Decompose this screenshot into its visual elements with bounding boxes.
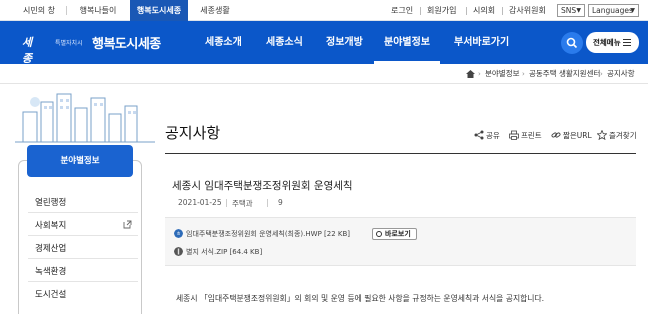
nav-sejong-intro[interactable]: 세종소개 xyxy=(205,21,242,64)
tab-citizen-window[interactable]: 시민의 창 xyxy=(18,0,60,21)
preview-button-label: 바로보기 xyxy=(385,230,411,238)
sidebar-item-open-administration[interactable]: 열린행정 xyxy=(35,196,135,208)
breadcrumb-item-notice[interactable]: 공지사항 xyxy=(607,64,635,84)
divider xyxy=(502,7,503,15)
divider xyxy=(28,281,138,282)
divider xyxy=(28,258,138,259)
join-link[interactable]: 회원가입 xyxy=(427,0,456,21)
favorite-button[interactable]: 즐겨찾기 xyxy=(609,130,637,141)
all-menu-button[interactable]: 전체메뉴 xyxy=(586,32,639,53)
sidebar-item-social-welfare[interactable]: 사회복지 xyxy=(35,219,135,231)
nav-sejong-news[interactable]: 세종소식 xyxy=(266,21,303,64)
chevron-right-icon: › xyxy=(600,70,603,78)
chevron-right-icon: › xyxy=(522,70,525,78)
attachments-panel xyxy=(165,218,636,266)
title-divider xyxy=(165,153,636,154)
search-icon xyxy=(566,37,578,49)
divider xyxy=(28,235,138,236)
top-utility-bar: 시민의 창 행복나들이 행복도시세종 세종생활 로그인 회원가입 시의회 감사위… xyxy=(0,0,648,21)
city-council-link[interactable]: 시의회 xyxy=(473,0,495,21)
sns-select[interactable]: SNS ▼ xyxy=(557,4,585,17)
nav-field-info[interactable]: 분야별정보 xyxy=(374,21,440,64)
sidebar-item-economy-industry[interactable]: 경제산업 xyxy=(35,242,135,254)
search-button[interactable] xyxy=(561,32,583,54)
languages-select[interactable]: Languages ▼ xyxy=(588,4,639,17)
magnifier-icon xyxy=(376,231,382,237)
logo-subtext: 특별자치시 xyxy=(55,40,83,47)
tab-happy-outing[interactable]: 행복나들이 xyxy=(72,0,124,21)
divider xyxy=(267,199,268,207)
short-url-button[interactable]: 짧은URL xyxy=(563,130,592,141)
languages-select-label: Languages xyxy=(592,6,633,15)
attachment-hwp-link[interactable]: 임대주택분쟁조정위원회 운영세칙(최종).HWP [22 KB] xyxy=(186,229,350,239)
hwp-file-icon: ㅎ xyxy=(174,229,183,238)
logo-title: 행복도시세종 xyxy=(92,37,161,52)
post-department: 주택과 xyxy=(232,199,253,208)
divider xyxy=(466,7,467,15)
divider xyxy=(226,199,227,207)
print-icon[interactable] xyxy=(509,130,519,140)
hamburger-icon xyxy=(623,39,631,46)
nav-department-shortcut[interactable]: 부서바로가기 xyxy=(454,21,509,64)
sidebar-item-green-environment[interactable]: 녹색환경 xyxy=(35,265,135,277)
svg-text:ㅎ: ㅎ xyxy=(176,232,181,238)
divider xyxy=(28,212,138,213)
post-title: 세종시 임대주택분쟁조정위원회 운영세칙 xyxy=(172,180,353,192)
breadcrumb: › 분야별정보 › 공동주택 생활지원센터 › 공지사항 xyxy=(0,64,648,84)
page-title: 공지사항 xyxy=(165,124,221,142)
link-icon[interactable] xyxy=(551,130,561,140)
login-link[interactable]: 로그인 xyxy=(391,0,413,21)
chevron-down-icon: ▼ xyxy=(576,7,581,14)
chevron-right-icon: › xyxy=(478,70,481,78)
divider xyxy=(66,6,67,15)
main-navigation: 세종 특별자치시 행복도시세종 세종소개 세종소식 정보개방 분야별정보 부서바… xyxy=(0,21,648,65)
star-icon[interactable] xyxy=(597,130,607,140)
home-icon[interactable] xyxy=(466,70,475,78)
tab-sejong-life[interactable]: 세종생활 xyxy=(192,0,238,21)
post-views: 9 xyxy=(278,198,283,207)
print-button[interactable]: 프린트 xyxy=(521,130,542,141)
preview-button[interactable]: 바로보기 xyxy=(372,228,417,240)
nav-open-info[interactable]: 정보개방 xyxy=(326,21,363,64)
share-icon[interactable] xyxy=(474,130,484,140)
post-date: 2021-01-25 xyxy=(178,198,222,207)
city-illustration xyxy=(15,93,155,143)
all-menu-label: 전체메뉴 xyxy=(593,38,621,47)
audit-committee-link[interactable]: 감사위원회 xyxy=(509,0,546,21)
attachment-zip-link[interactable]: 별지 서식.ZIP [64.4 KB] xyxy=(186,247,262,257)
divider xyxy=(420,7,421,15)
external-link-icon xyxy=(123,220,132,229)
tab-happy-city-sejong[interactable]: 행복도시세종 xyxy=(130,0,188,21)
zip-file-icon xyxy=(174,247,183,256)
chevron-down-icon: ▼ xyxy=(630,7,635,14)
sidebar-title: 분야별정보 xyxy=(27,145,133,177)
breadcrumb-item-field-info[interactable]: 분야별정보 xyxy=(485,64,520,84)
breadcrumb-item-housing-center[interactable]: 공동주택 생활지원센터 xyxy=(529,64,600,84)
sidebar-item-urban-construction[interactable]: 도시건설 xyxy=(35,288,135,300)
share-button[interactable]: 공유 xyxy=(486,130,500,141)
sns-select-label: SNS xyxy=(561,6,577,15)
post-body: 세종시 「임대주택분쟁조정위원회」의 회의 및 운영 등에 필요한 사항을 규정… xyxy=(176,294,545,303)
logo-sejong-text: 세종 xyxy=(22,36,33,65)
